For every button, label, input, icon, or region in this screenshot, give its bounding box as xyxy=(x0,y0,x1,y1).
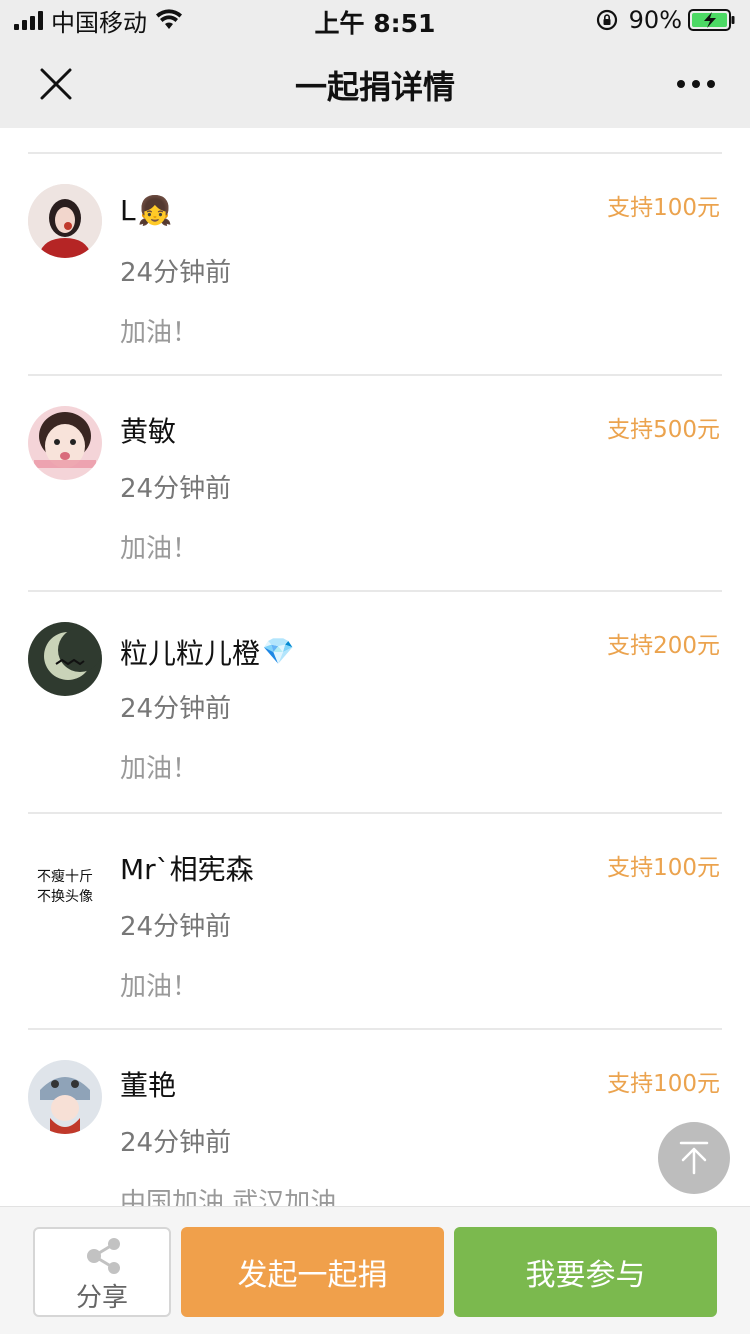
donation-amount: 支持500元 xyxy=(607,417,720,443)
donor-name: Mr`相宪森 xyxy=(120,848,254,888)
avatar-text-line-1: 不瘦十斤 xyxy=(37,869,93,885)
donor-name-text: L xyxy=(120,194,136,227)
donation-amount: 支持100元 xyxy=(607,855,720,881)
donation-time: 24分钟前 xyxy=(120,912,232,942)
donation-message: 加油！ xyxy=(120,318,199,348)
donation-amount: 支持200元 xyxy=(607,633,720,659)
avatar-image xyxy=(28,622,102,696)
avatar-text-line-2: 不换头像 xyxy=(37,889,93,905)
donation-list[interactable]: L 👧 24分钟前 加油！ 支持100元 黄敏 24分钟前 加油！ 支持500元 xyxy=(0,128,750,1206)
donation-item: 董艳 24分钟前 中国加油 武汉加油 支持100元 xyxy=(0,1030,750,1206)
back-to-top-icon xyxy=(679,1141,709,1175)
donation-amount: 支持100元 xyxy=(607,195,720,221)
donation-message: 加油！ xyxy=(120,754,199,784)
start-donation-button[interactable]: 发起一起捐 xyxy=(181,1227,444,1317)
donor-name: 董艳 xyxy=(120,1064,176,1104)
status-bar: 中国移动 上午 8:51 90% xyxy=(0,0,750,40)
avatar-image xyxy=(28,184,102,258)
orientation-lock-icon xyxy=(596,9,617,31)
avatar-image xyxy=(28,406,102,480)
donation-time: 24分钟前 xyxy=(120,1128,232,1158)
battery-icon xyxy=(688,9,735,31)
page-title: 一起捐详情 xyxy=(294,68,455,106)
more-button[interactable] xyxy=(666,54,726,114)
avatar[interactable] xyxy=(28,406,102,480)
donor-name-text: 董艳 xyxy=(120,1069,177,1102)
donation-message: 中国加油 武汉加油 xyxy=(120,1188,337,1206)
donor-name: L 👧 xyxy=(120,194,172,227)
join-button[interactable]: 我要参与 xyxy=(454,1227,717,1317)
nav-bar: 一起捐详情 xyxy=(0,40,750,128)
avatar[interactable]: 不瘦十斤 不换头像 xyxy=(28,846,102,920)
avatar[interactable] xyxy=(28,184,102,258)
donation-message: 加油！ xyxy=(120,972,199,1002)
donor-emoji: 👧 xyxy=(137,194,173,227)
avatar[interactable] xyxy=(28,622,102,696)
donor-name: 黄敏 xyxy=(120,410,176,450)
status-bar-right: 90% xyxy=(595,6,736,34)
back-to-top-button[interactable] xyxy=(658,1122,730,1194)
donation-item: 粒儿粒儿橙 💎 24分钟前 加油！ 支持200元 xyxy=(0,592,750,814)
donation-item: 黄敏 24分钟前 加油！ 支持500元 xyxy=(0,376,750,592)
donor-name-text: 粒儿粒儿橙 xyxy=(120,637,261,670)
donor-emoji: 💎 xyxy=(262,637,295,667)
share-icon xyxy=(87,1238,120,1274)
share-label: 分享 xyxy=(75,1283,128,1313)
bottom-action-bar: 分享 发起一起捐 我要参与 xyxy=(0,1206,750,1334)
donor-name-text: 黄敏 xyxy=(120,415,177,448)
donation-time: 24分钟前 xyxy=(120,258,232,288)
donation-message: 加油！ xyxy=(120,534,199,564)
more-icon xyxy=(677,80,715,88)
donor-name: 粒儿粒儿橙 💎 xyxy=(120,632,294,672)
battery-percent: 90% xyxy=(628,6,682,34)
donation-item: 不瘦十斤 不换头像 Mr`相宪森 24分钟前 加油！ 支持100元 xyxy=(0,814,750,1030)
share-button[interactable]: 分享 xyxy=(33,1227,171,1317)
donation-item: L 👧 24分钟前 加油！ 支持100元 xyxy=(0,128,750,376)
donation-time: 24分钟前 xyxy=(120,474,232,504)
donation-time: 24分钟前 xyxy=(120,694,232,724)
avatar[interactable] xyxy=(28,1060,102,1134)
donor-name-text: Mr`相宪森 xyxy=(120,853,254,886)
avatar-image xyxy=(28,1060,102,1134)
donation-amount: 支持100元 xyxy=(607,1071,720,1097)
